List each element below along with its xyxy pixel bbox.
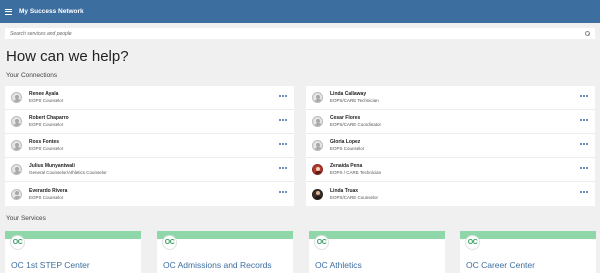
search-bar[interactable]: [5, 28, 595, 39]
avatar: [312, 140, 323, 151]
top-bar: My Success Network: [0, 0, 600, 23]
connection-name[interactable]: Cesar Flores: [330, 115, 381, 122]
more-options-icon[interactable]: [580, 119, 588, 121]
app-title[interactable]: My Success Network: [19, 8, 84, 15]
service-card[interactable]: OC OC 1st STEP Center: [5, 231, 141, 273]
search-input[interactable]: [10, 28, 585, 39]
connection-role: EOPS Counselor: [29, 122, 64, 127]
connection-row[interactable]: Linda Truax EOPS/CARE Counselor: [306, 182, 595, 206]
connection-row[interactable]: Gloria Lopez EOPS Counselor: [306, 134, 595, 158]
connection-role: EOPS Counselor: [29, 194, 64, 200]
connection-role: EOPS Counselor: [330, 146, 365, 151]
connection-name[interactable]: Robert Chaparro: [29, 115, 69, 122]
connection-role: EOPS Counselor: [29, 98, 64, 103]
connection-role: General Counselor/Athletics Counselor: [29, 170, 107, 175]
connection-role: EOPS Counselor: [29, 146, 64, 151]
service-title[interactable]: OC Athletics: [315, 260, 362, 270]
avatar: [11, 188, 22, 200]
avatar: [312, 116, 323, 127]
avatar: [11, 92, 22, 103]
services-heading: Your Services: [6, 215, 46, 222]
connection-role: EOPS/CARE Coordinator: [330, 122, 382, 127]
more-options-icon[interactable]: [580, 167, 588, 169]
more-options-icon[interactable]: [580, 191, 588, 193]
connection-name[interactable]: Linda Truax: [330, 188, 378, 195]
more-options-icon[interactable]: [580, 143, 588, 145]
connection-row[interactable]: Cesar Flores EOPS/CARE Coordinator: [306, 110, 595, 134]
service-title[interactable]: OC 1st STEP Center: [11, 260, 90, 270]
connection-name[interactable]: Julius Munyantwali: [29, 163, 107, 170]
avatar: [312, 164, 323, 175]
avatar: [312, 188, 323, 200]
service-title[interactable]: OC Career Center: [466, 260, 535, 270]
connection-name[interactable]: Ross Fontes: [29, 139, 63, 146]
connection-row[interactable]: Ross Fontes EOPS Counselor: [5, 134, 294, 158]
hamburger-menu-icon[interactable]: [5, 8, 12, 15]
oc-logo-icon: OC: [314, 235, 329, 250]
more-options-icon[interactable]: [279, 143, 287, 145]
more-options-icon[interactable]: [580, 95, 588, 97]
connections-heading: Your Connections: [6, 72, 58, 79]
service-card-band: [309, 231, 445, 239]
connections-list-left: Renee Ayala EOPS Counselor Robert Chaparr…: [5, 86, 294, 206]
more-options-icon[interactable]: [279, 191, 287, 193]
connection-role: EOPS/CARE Counselor: [330, 194, 379, 200]
more-options-icon[interactable]: [279, 95, 287, 97]
service-card[interactable]: OC OC Athletics: [309, 231, 445, 273]
avatar: [11, 116, 22, 127]
connection-row[interactable]: Robert Chaparro EOPS Counselor: [5, 110, 294, 134]
connection-row[interactable]: Renee Ayala EOPS Counselor: [5, 86, 294, 110]
service-card[interactable]: OC OC Admissions and Records: [157, 231, 293, 273]
oc-logo-icon: OC: [465, 235, 480, 250]
connection-row[interactable]: Everardo Rivera EOPS Counselor: [5, 182, 294, 206]
connections-list-right: Linda Callaway EOPS/CARE Technician Cesar…: [306, 86, 595, 206]
connection-row[interactable]: Zenaida Pena EOPS / CARE Technician: [306, 158, 595, 182]
connection-role: EOPS/CARE Technician: [330, 98, 379, 103]
service-card-band: [460, 231, 596, 239]
oc-logo-icon: OC: [162, 235, 177, 250]
avatar: [312, 92, 323, 103]
connection-name[interactable]: Linda Callaway: [330, 91, 379, 98]
avatar: [11, 164, 22, 175]
avatar: [11, 140, 22, 151]
connection-name[interactable]: Gloria Lopez: [330, 139, 364, 146]
connection-role: EOPS / CARE Technician: [330, 170, 382, 175]
oc-logo-icon: OC: [10, 235, 25, 250]
search-icon[interactable]: [585, 31, 590, 36]
service-card-band: [5, 231, 141, 239]
page-title: How can we help?: [6, 48, 129, 65]
connection-row[interactable]: Julius Munyantwali General Counselor/Athl…: [5, 158, 294, 182]
connection-name[interactable]: Zenaida Pena: [330, 163, 381, 170]
connection-name[interactable]: Everardo Rivera: [29, 188, 67, 195]
more-options-icon[interactable]: [279, 119, 287, 121]
more-options-icon[interactable]: [279, 167, 287, 169]
service-card[interactable]: OC OC Career Center: [460, 231, 596, 273]
connection-name[interactable]: Renee Ayala: [29, 91, 63, 98]
service-card-band: [157, 231, 293, 239]
connection-row[interactable]: Linda Callaway EOPS/CARE Technician: [306, 86, 595, 110]
service-title[interactable]: OC Admissions and Records: [163, 260, 272, 270]
